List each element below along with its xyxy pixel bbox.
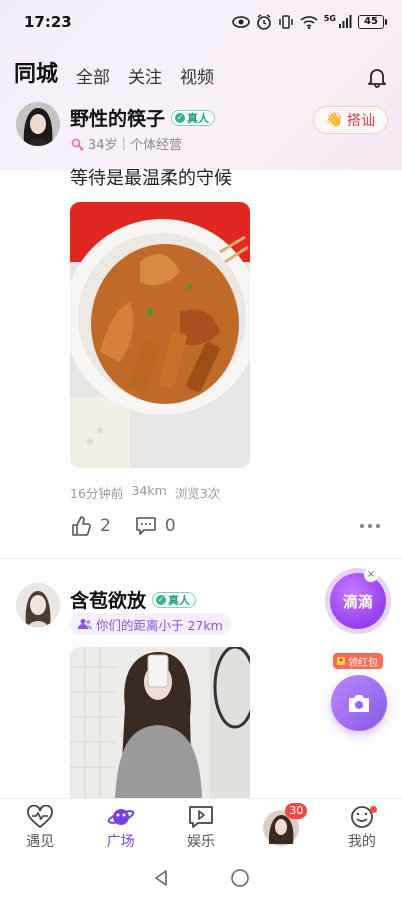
verified-label: 真人 <box>168 593 191 607</box>
verified-badge: ✓ 真人 <box>152 591 197 608</box>
nav-label: 广场 <box>106 833 135 850</box>
thumbs-up-icon <box>72 516 91 536</box>
post-photo[interactable] <box>70 647 250 798</box>
status-bar: 17:23 5G 45 <box>0 0 402 44</box>
network-label: 5G <box>323 14 336 23</box>
play-chat-icon <box>189 805 213 828</box>
username-row: 野性的筷子 ✓ 真人 <box>70 104 216 131</box>
back-icon[interactable] <box>152 869 170 887</box>
avatar[interactable] <box>16 102 60 146</box>
nav-item-mine[interactable]: 我的 <box>322 799 402 856</box>
avatar[interactable] <box>16 583 60 627</box>
nav-item-profile-avatar[interactable]: 30 <box>241 799 321 856</box>
red-envelope-icon <box>337 657 345 665</box>
distance: 34km <box>131 483 167 498</box>
nav-item-entertainment[interactable]: 娱乐 <box>161 799 241 856</box>
camera-button[interactable] <box>331 675 387 731</box>
check-icon: ✓ <box>175 112 186 123</box>
nav-label: 遇见 <box>26 833 55 850</box>
view-count: 浏览3次 <box>174 486 221 501</box>
eye-icon <box>232 16 250 28</box>
heart-pulse-icon <box>27 804 54 828</box>
battery-icon: 45 <box>358 15 387 29</box>
status-icons: 5G 45 <box>232 14 387 30</box>
planet-icon <box>107 808 134 825</box>
vibrate-icon <box>279 15 293 29</box>
separator: | <box>121 136 126 151</box>
nav-item-square[interactable]: 广场 <box>80 799 160 856</box>
notification-badge: 30 <box>285 803 308 819</box>
close-icon[interactable]: × <box>364 568 378 582</box>
tab-following[interactable]: 关注 <box>128 63 162 88</box>
username-row: 含苞欲放 ✓ 真人 <box>70 586 197 613</box>
red-envelope-badge[interactable]: 领红包 <box>333 653 383 669</box>
red-envelope-label: 领红包 <box>348 657 378 669</box>
distance-text: 你们的距离小于 27km <box>96 617 223 633</box>
bottom-nav: 遇见 广场 娱乐 30 我的 <box>0 798 402 856</box>
top-tabs: 同城 全部 关注 视频 <box>14 56 388 88</box>
like-count: 2 <box>100 516 111 536</box>
alarm-icon <box>257 14 271 30</box>
username[interactable]: 野性的筷子 <box>70 104 165 131</box>
post-text: 等待是最温柔的守候 <box>70 168 232 189</box>
female-icon <box>71 138 84 150</box>
didi-button[interactable]: 滴滴 <box>330 573 386 629</box>
wave-hand-icon: 👋 <box>325 112 343 128</box>
distance-tag: 你们的距离小于 27km <box>70 613 231 635</box>
verified-badge: ✓ 真人 <box>171 109 216 126</box>
camera-icon <box>349 695 369 712</box>
comment-count: 0 <box>164 516 176 536</box>
time-ago: 16分钟前 <box>70 486 124 501</box>
like-button[interactable]: 2 <box>70 515 111 537</box>
people-icon <box>78 619 92 629</box>
occupation: 个体经营 <box>129 138 182 153</box>
more-options-icon[interactable] <box>360 524 380 528</box>
bell-icon[interactable] <box>366 66 388 88</box>
tab-all[interactable]: 全部 <box>76 63 110 88</box>
greet-label: 搭讪 <box>347 113 375 129</box>
age: 34岁 <box>88 138 118 153</box>
signal-icon <box>339 15 352 28</box>
verified-label: 真人 <box>187 111 210 125</box>
username[interactable]: 含苞欲放 <box>70 586 146 613</box>
user-info: 34岁 | 个体经营 <box>70 134 182 153</box>
system-nav-bar <box>0 856 402 900</box>
tab-video[interactable]: 视频 <box>180 63 214 88</box>
notification-dot <box>369 806 377 813</box>
home-icon[interactable] <box>230 868 250 888</box>
post-photo[interactable] <box>70 202 250 468</box>
nav-item-meet[interactable]: 遇见 <box>0 799 80 856</box>
wifi-icon <box>300 16 318 29</box>
status-time: 17:23 <box>24 13 72 31</box>
comment-button[interactable]: 0 <box>135 516 176 536</box>
divider <box>0 558 402 559</box>
nav-label: 娱乐 <box>187 833 216 850</box>
post-meta: 16分钟前 34km 浏览3次 <box>70 483 220 502</box>
greet-button[interactable]: 👋 搭讪 <box>312 106 388 134</box>
post-actions: 2 0 <box>70 512 380 540</box>
nav-label: 我的 <box>347 833 376 850</box>
tab-same-city[interactable]: 同城 <box>14 56 58 88</box>
check-icon: ✓ <box>156 594 167 605</box>
comment-icon <box>136 517 156 535</box>
